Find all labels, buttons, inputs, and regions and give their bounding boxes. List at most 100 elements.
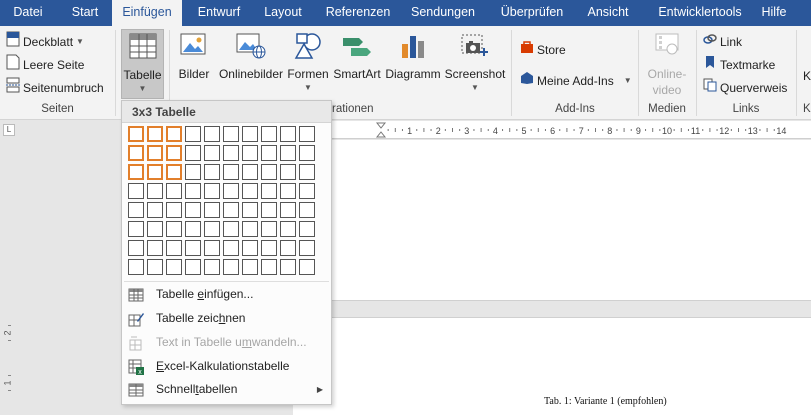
table-grid-cell[interactable] [147, 202, 163, 218]
table-grid-cell[interactable] [185, 221, 201, 237]
table-grid-cell[interactable] [280, 145, 296, 161]
table-grid-cell[interactable] [261, 259, 277, 275]
leere-seite-button[interactable]: Leere Seite [6, 54, 84, 74]
table-grid-cell[interactable] [242, 164, 258, 180]
table-grid-cell[interactable] [242, 202, 258, 218]
menu-item-schnelltabellen[interactable]: Schnelltabellen ▶ [122, 378, 331, 401]
table-grid-cell[interactable] [147, 240, 163, 256]
table-grid-cell[interactable] [147, 221, 163, 237]
tab-start[interactable]: Start [60, 0, 110, 26]
table-grid-cell[interactable] [261, 183, 277, 199]
table-grid-cell[interactable] [166, 240, 182, 256]
table-grid-cell[interactable] [185, 126, 201, 142]
table-grid-cell[interactable] [166, 221, 182, 237]
menu-item-excel-kalkulationstabelle[interactable]: x Excel-Kalkulationstabelle [122, 355, 331, 378]
online-video-button[interactable]: Online- video [642, 29, 692, 99]
seitenumbruch-button[interactable]: Seitenumbruch [6, 77, 104, 97]
table-grid-cell[interactable] [128, 240, 144, 256]
table-grid-cell[interactable] [185, 240, 201, 256]
table-grid-cell[interactable] [299, 221, 315, 237]
table-grid-cell[interactable] [299, 202, 315, 218]
table-grid-cell[interactable] [204, 145, 220, 161]
tab-sendungen[interactable]: Sendungen [403, 0, 483, 26]
table-grid-cell[interactable] [128, 145, 144, 161]
screenshot-button[interactable]: Screenshot ▼ [443, 29, 507, 99]
table-grid-cell[interactable] [185, 259, 201, 275]
table-grid-cell[interactable] [242, 126, 258, 142]
table-grid-cell[interactable] [147, 164, 163, 180]
table-grid-cell[interactable] [261, 240, 277, 256]
table-grid-cell[interactable] [299, 145, 315, 161]
indent-marker[interactable] [375, 122, 387, 138]
document-page[interactable] [293, 140, 811, 415]
table-grid-cell[interactable] [204, 164, 220, 180]
table-grid-cell[interactable] [204, 126, 220, 142]
table-grid-cell[interactable] [223, 145, 239, 161]
table-grid-cell[interactable] [185, 183, 201, 199]
table-grid-cell[interactable] [242, 221, 258, 237]
tab-ansicht[interactable]: Ansicht [580, 0, 636, 26]
table-grid-cell[interactable] [223, 126, 239, 142]
table-grid-cell[interactable] [261, 126, 277, 142]
table-grid-cell[interactable] [204, 202, 220, 218]
table-grid-cell[interactable] [128, 221, 144, 237]
table-grid-cell[interactable] [166, 202, 182, 218]
diagramm-button[interactable]: Diagramm [384, 29, 442, 99]
horizontal-ruler[interactable]: 1 2 3 4 5 6 7 8 9 10 11 12 13 14 [293, 121, 811, 139]
menu-item-tabelle-zeichnen[interactable]: Tabelle zeichnen [122, 307, 331, 330]
table-caption[interactable]: Tab. 1: Variante 1 (empfohlen) [544, 396, 667, 407]
table-grid-cell[interactable] [204, 183, 220, 199]
tab-layout[interactable]: Layout [256, 0, 310, 26]
table-grid-cell[interactable] [299, 164, 315, 180]
table-grid-cell[interactable] [280, 126, 296, 142]
tab-hilfe[interactable]: Hilfe [756, 0, 792, 26]
link-button[interactable]: Link [703, 31, 742, 51]
tabelle-button[interactable]: Tabelle ▼ [121, 29, 164, 99]
table-grid-cell[interactable] [242, 240, 258, 256]
table-grid-cell[interactable] [280, 164, 296, 180]
table-grid-cell[interactable] [128, 183, 144, 199]
table-grid-cell[interactable] [166, 164, 182, 180]
menu-item-tabelle-einfuegen[interactable]: Tabelle einfügen... [122, 283, 331, 306]
table-grid-cell[interactable] [147, 183, 163, 199]
menu-item-text-in-tabelle[interactable]: Text in Tabelle umwandeln... [122, 331, 331, 354]
table-grid-cell[interactable] [128, 164, 144, 180]
textmarke-button[interactable]: Textmarke [703, 54, 775, 74]
table-grid-cell[interactable] [147, 259, 163, 275]
table-grid-cell[interactable] [280, 183, 296, 199]
table-grid-cell[interactable] [261, 145, 277, 161]
formen-button[interactable]: Formen ▼ [286, 29, 330, 99]
table-grid-cell[interactable] [185, 202, 201, 218]
table-grid-cell[interactable] [204, 221, 220, 237]
table-grid-cell[interactable] [147, 126, 163, 142]
bilder-button[interactable]: Bilder [174, 29, 214, 99]
querverweis-button[interactable]: Querverweis [703, 77, 787, 97]
table-grid-cell[interactable] [299, 126, 315, 142]
table-grid-cell[interactable] [128, 259, 144, 275]
table-grid-cell[interactable] [204, 259, 220, 275]
onlinebilder-button[interactable]: Onlinebilder [216, 29, 286, 99]
table-grid-cell[interactable] [280, 240, 296, 256]
table-grid-cell[interactable] [242, 259, 258, 275]
tab-selector-button[interactable]: L [3, 124, 15, 136]
table-grid-cell[interactable] [280, 202, 296, 218]
table-grid-cell[interactable] [223, 259, 239, 275]
tab-entwurf[interactable]: Entwurf [188, 0, 250, 26]
table-grid-cell[interactable] [166, 259, 182, 275]
tab-referenzen[interactable]: Referenzen [318, 0, 398, 26]
table-grid-cell[interactable] [166, 183, 182, 199]
tab-einfuegen[interactable]: Einfügen [112, 0, 182, 26]
vertical-ruler[interactable]: 2 1 [0, 140, 18, 415]
table-grid-cell[interactable] [280, 259, 296, 275]
smartart-button[interactable]: SmartArt [331, 29, 383, 99]
store-button[interactable]: Store [520, 39, 566, 59]
table-grid-cell[interactable] [223, 240, 239, 256]
table-grid-cell[interactable] [261, 164, 277, 180]
table-grid-cell[interactable] [185, 145, 201, 161]
table-grid-cell[interactable] [223, 202, 239, 218]
meine-addins-button[interactable]: Meine Add-Ins ▼ [520, 70, 632, 90]
tab-entwicklertools[interactable]: Entwicklertools [644, 0, 756, 26]
table-grid-cell[interactable] [166, 126, 182, 142]
table-grid-cell[interactable] [261, 221, 277, 237]
table-grid-cell[interactable] [223, 183, 239, 199]
